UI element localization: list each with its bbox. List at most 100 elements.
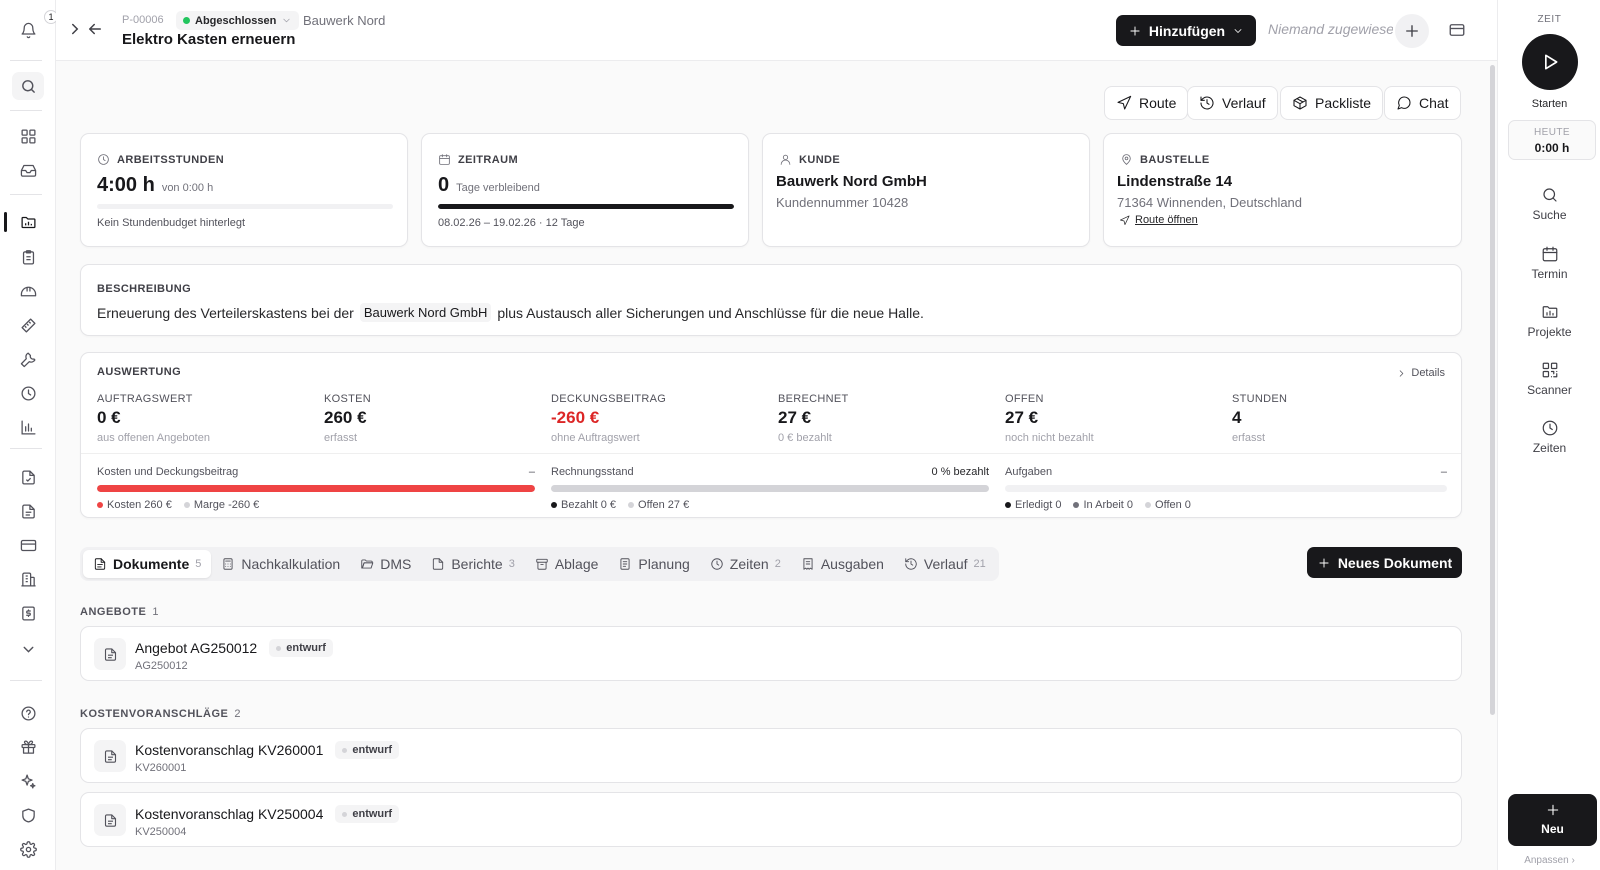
tab-documents[interactable]: Dokumente 5 [83,550,212,578]
kpi-open: OFFEN 27 € noch nicht bezahlt [1005,393,1215,444]
description-text: Erneuerung des Verteilerskastens bei der… [97,303,924,322]
packlist-button[interactable]: Packliste [1280,86,1384,120]
tab-planning[interactable]: Planung [608,550,699,578]
open-route-link[interactable]: Route öffnen [1119,214,1198,226]
settings-gear-icon[interactable] [12,835,44,863]
projects-icon[interactable] [12,208,44,236]
add-button-label: Hinzufügen [1148,22,1226,39]
customer-mention[interactable]: Bauwerk Nord GmbH [359,303,492,322]
customer-number: Kundennummer 10428 [776,195,909,210]
list-item[interactable]: Kostenvoranschlag KV250004 entwurf KV250… [80,792,1462,847]
ruler-icon[interactable] [12,311,44,339]
hours-value-row: 4:00 h von 0:00 h [97,174,213,197]
tasks-bar: Aufgaben – Erledigt 0 In Arbeit 0 Offen 0 [1005,466,1447,511]
chevron-down-icon[interactable] [12,635,44,663]
credit-card-icon[interactable] [12,531,44,559]
buildings-icon[interactable] [12,565,44,593]
active-indicator [4,212,7,232]
dashboard-icon[interactable] [12,122,44,150]
quick-search[interactable]: Suche [1498,186,1600,222]
kpi-label: OFFEN [1005,393,1044,405]
assignee-field[interactable]: Niemand zugewiesen [1268,21,1393,37]
document-icon[interactable] [12,497,44,525]
kpi-invoiced: BERECHNET 27 € 0 € bezahlt [778,393,988,444]
gift-icon[interactable] [12,733,44,761]
legend-paid: Bezahlt 0 € [551,499,616,511]
legend-margin-label: Marge -260 € [193,499,260,511]
list-item[interactable]: Kostenvoranschlag KV260001 entwurf KV260… [80,728,1462,783]
chevron-right-icon[interactable] [66,20,84,38]
help-icon[interactable] [12,699,44,727]
divider [10,448,42,449]
bar-chart-icon[interactable] [12,413,44,441]
route-button[interactable]: Route [1104,86,1189,120]
invoice-status-bar: Rechnungsstand 0 % bezahlt Bezahlt 0 € Of… [551,466,989,511]
clock-icon[interactable] [12,379,44,407]
description-part-1: Erneuerung des Verteilerskastens bei der [97,304,354,321]
quick-scanner[interactable]: Scanner [1498,361,1600,397]
document-check-icon[interactable] [12,463,44,491]
shield-icon[interactable] [12,801,44,829]
calendar-icon [1498,245,1600,263]
tab-archive[interactable]: Ablage [525,550,609,578]
sparkles-icon[interactable] [12,767,44,795]
site-card: BAUSTELLE Lindenstraße 14 71364 Winnende… [1103,133,1462,247]
list-item[interactable]: Angebot AG250012 entwurf AG250012 [80,626,1462,681]
new-document-button[interactable]: Neues Dokument [1307,547,1462,578]
tab-times[interactable]: Zeiten 2 [700,550,791,578]
invoice-dollar-icon[interactable] [12,599,44,627]
tab-expenses[interactable]: Ausgaben [791,550,894,578]
tab-history[interactable]: Verlauf 21 [894,550,996,578]
legend-paid-label: Bezahlt 0 € [561,499,617,511]
inbox-icon[interactable] [12,156,44,184]
clipboard-icon[interactable] [12,243,44,271]
new-button-label: Neu [1541,822,1564,836]
tab-post-calculation[interactable]: Nachkalkulation [211,550,350,578]
hours-note: Kein Stundenbudget hinterlegt [97,217,246,229]
document-title: Kostenvoranschlag KV250004 [135,806,324,822]
days-remaining-value: 0 [438,174,450,196]
helmet-icon[interactable] [12,277,44,305]
document-title-row: Angebot AG250012 entwurf [135,639,333,657]
quick-times[interactable]: Zeiten [1498,419,1600,455]
kpi-sub: erfasst [324,432,358,444]
customer-name[interactable]: Bauwerk Nord GmbH [776,173,927,190]
scrollbar[interactable] [1490,65,1495,715]
tasks-bar-track [1005,485,1447,492]
notifications-bell-icon[interactable] [12,16,44,44]
customer-card[interactable]: KUNDE Bauwerk Nord GmbH Kundennummer 104… [762,133,1090,247]
tab-count: 3 [508,558,515,570]
tab-reports[interactable]: Berichte 3 [421,550,524,578]
customer-breadcrumb[interactable]: Bauwerk Nord [303,13,385,28]
panel-toggle-icon[interactable] [1448,21,1466,39]
tab-dms[interactable]: DMS [350,550,421,578]
status-dropdown[interactable]: Abgeschlossen [176,11,300,30]
quick-appointment[interactable]: Termin [1498,245,1600,281]
add-button[interactable]: Hinzufügen [1116,15,1256,46]
new-button[interactable]: Neu [1508,794,1597,846]
start-timer-button[interactable] [1522,34,1578,90]
start-label: Starten [1531,98,1568,110]
right-sidebar: ZEIT Starten HEUTE 0:00 h Suche Termin P… [1497,0,1600,870]
history-button[interactable]: Verlauf [1187,86,1278,120]
today-time-box: HEUTE 0:00 h [1508,120,1596,160]
route-button-label: Route [1139,95,1177,111]
customize-label: Anpassen [1524,855,1569,866]
chat-button[interactable]: Chat [1384,86,1461,120]
kpi-value: 4 [1232,408,1242,427]
chevron-right-icon [1396,368,1407,379]
quick-projects[interactable]: Projekte [1498,303,1600,339]
period-progress-fill [438,204,734,209]
history-icon [904,557,918,571]
status-badge-label: entwurf [286,642,326,654]
search-icon[interactable] [12,72,44,100]
site-card-label: BAUSTELLE [1120,153,1210,166]
tab-count: 5 [195,558,202,570]
project-id: P-00006 [122,14,164,26]
customize-link[interactable]: Anpassen › [1498,855,1600,866]
wrench-icon[interactable] [12,345,44,373]
back-arrow-icon[interactable] [86,20,104,38]
details-link[interactable]: Details [1396,367,1445,379]
divider [10,680,42,681]
add-assignee-button[interactable] [1395,14,1429,48]
